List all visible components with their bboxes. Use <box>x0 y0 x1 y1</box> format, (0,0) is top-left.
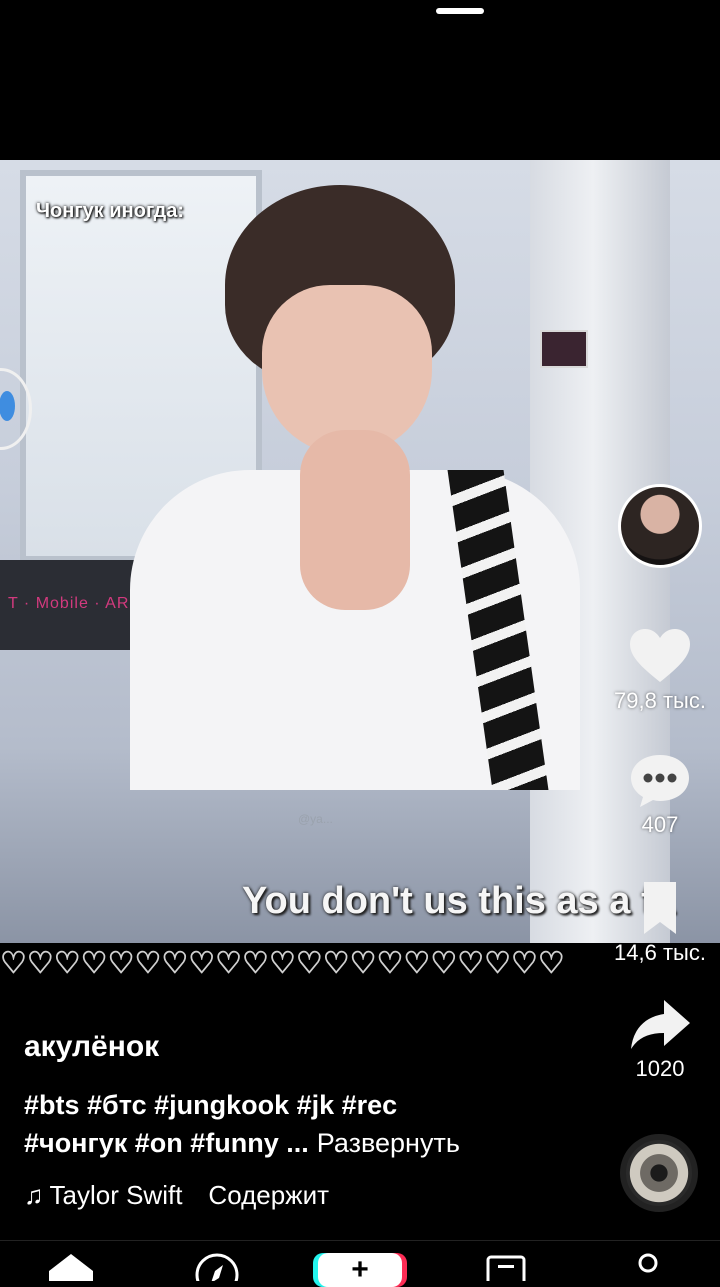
comment-button[interactable]: 407 <box>610 752 710 838</box>
music-info[interactable]: ♫ Taylor Swift Содержит <box>24 1180 329 1211</box>
inbox-icon <box>486 1255 526 1281</box>
comment-count: 407 <box>641 812 679 837</box>
person-hand <box>300 430 410 610</box>
tab-home[interactable] <box>46 1251 96 1281</box>
heart-icon <box>630 629 690 682</box>
profile-icon <box>638 1253 658 1273</box>
share-arrow-icon <box>631 1000 690 1049</box>
comment-bubble-icon <box>631 755 689 807</box>
music-disc[interactable] <box>620 1134 698 1212</box>
video-watermark: @ya... <box>298 812 333 826</box>
music-contains-label: Содержит <box>208 1180 330 1210</box>
bookmark-button[interactable]: 14,6 тыс. <box>610 880 710 966</box>
background-sign-text: T · Mobile · ARE <box>8 595 142 612</box>
hashtags-line-2[interactable]: #чонгук #on #funny ... <box>24 1128 309 1158</box>
compass-icon <box>195 1253 239 1281</box>
author-name[interactable]: акулёнок <box>24 1030 159 1064</box>
music-title: Taylor Swift <box>49 1180 183 1210</box>
bookmark-count: 14,6 тыс. <box>614 940 706 965</box>
share-button[interactable]: 1020 <box>610 996 710 1082</box>
like-count: 79,8 тыс. <box>614 688 706 713</box>
music-note-icon: ♫ <box>24 1180 44 1210</box>
video-overlay-caption: Чонгук иногда: <box>36 200 185 222</box>
post-description: #bts #бтс #jungkook #jk #rec #чонгук #on… <box>24 1086 584 1162</box>
tab-profile[interactable] <box>626 1251 676 1281</box>
hashtags-line-1[interactable]: #bts #бтс #jungkook #jk #rec <box>24 1090 397 1120</box>
creator-avatar[interactable] <box>618 484 702 568</box>
plus-icon: + <box>351 1253 369 1286</box>
exit-sign <box>540 330 588 368</box>
tab-create[interactable]: + <box>318 1253 402 1287</box>
tab-inbox[interactable] <box>482 1251 532 1281</box>
like-button[interactable]: 79,8 тыс. <box>610 628 710 714</box>
bottom-tab-bar: + <box>0 1240 720 1287</box>
share-count: 1020 <box>635 1056 685 1081</box>
bookmark-icon <box>644 882 676 934</box>
home-indicator <box>436 8 484 14</box>
tab-discover[interactable] <box>192 1251 242 1281</box>
expand-description-button[interactable]: Развернуть <box>317 1128 460 1158</box>
home-icon <box>49 1254 93 1281</box>
